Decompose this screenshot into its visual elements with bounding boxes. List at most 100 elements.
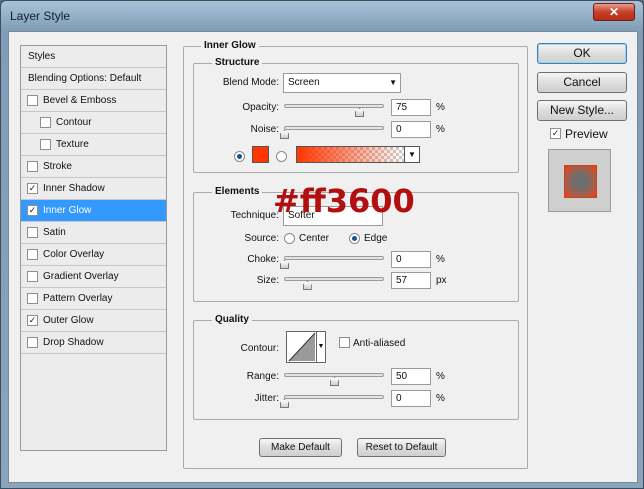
style-checkbox[interactable] (40, 117, 51, 128)
style-list-label: Bevel & Emboss (43, 95, 117, 106)
style-list-item-styles[interactable]: Styles (21, 46, 166, 68)
quality-group: Quality Contour: ▼ Anti-aliased Range: 5… (193, 314, 519, 420)
jitter-percent: % (436, 393, 445, 404)
noise-percent: % (436, 124, 445, 135)
gradient-radio[interactable] (276, 151, 287, 162)
size-slider-thumb[interactable] (302, 281, 312, 290)
opacity-percent: % (436, 102, 445, 113)
size-slider-track[interactable] (284, 277, 384, 281)
style-list-label: Outer Glow (43, 315, 94, 326)
preview-checkbox[interactable]: ✓ (550, 128, 561, 139)
opacity-input[interactable]: 75 (391, 99, 431, 116)
style-list-label: Drop Shadow (43, 337, 104, 348)
style-list-item-inner-glow[interactable]: ✓ Inner Glow (21, 200, 166, 222)
style-checkbox[interactable] (27, 95, 38, 106)
window-title: Layer Style (10, 9, 71, 23)
style-list-label: Pattern Overlay (43, 293, 113, 304)
style-list-item-contour[interactable]: Contour (21, 112, 166, 134)
style-list-item-gradient-overlay[interactable]: Gradient Overlay (21, 266, 166, 288)
range-label: Range: (246, 371, 279, 382)
style-list-item-drop-shadow[interactable]: Drop Shadow (21, 332, 166, 354)
opacity-slider-track[interactable] (284, 104, 384, 108)
style-list-item-stroke[interactable]: Stroke (21, 156, 166, 178)
contour-label: Contour: (240, 343, 279, 354)
choke-slider-thumb[interactable] (280, 260, 289, 269)
style-checkbox[interactable] (27, 161, 38, 172)
range-input[interactable]: 50 (391, 368, 431, 385)
technique-label: Technique: (230, 210, 279, 221)
source-edge-radio[interactable] (349, 233, 360, 244)
style-checkbox[interactable] (40, 139, 51, 150)
layer-style-dialog: Layer Style ✕ Styles Blending Options: De… (0, 0, 644, 489)
size-input[interactable]: 57 (391, 272, 431, 289)
chevron-down-icon: ▼ (404, 147, 419, 162)
reset-to-default-button[interactable]: Reset to Default (357, 438, 446, 457)
choke-slider-track[interactable] (284, 256, 384, 260)
style-list-item-blending-options-default[interactable]: Blending Options: Default (21, 68, 166, 90)
structure-legend: Structure (212, 57, 263, 68)
style-preview-thumbnail (548, 149, 611, 212)
make-default-button[interactable]: Make Default (259, 438, 342, 457)
style-checkbox[interactable]: ✓ (27, 315, 38, 326)
style-list-label: Styles (28, 51, 56, 62)
noise-input[interactable]: 0 (391, 121, 431, 138)
noise-slider-track[interactable] (284, 126, 384, 130)
style-checkbox[interactable] (27, 271, 38, 282)
style-list-item-pattern-overlay[interactable]: Pattern Overlay (21, 288, 166, 310)
style-list-label: Inner Glow (43, 205, 92, 216)
noise-slider-thumb[interactable] (280, 130, 289, 139)
blend-mode-select[interactable]: Screen ▼ (283, 73, 401, 93)
anti-aliased-checkbox[interactable] (339, 337, 350, 348)
range-slider-thumb[interactable] (330, 377, 339, 386)
dialog-client-area: Styles Blending Options: Default Bevel & E… (8, 31, 638, 483)
title-bar[interactable]: Layer Style ✕ (1, 1, 643, 31)
style-list-item-inner-shadow[interactable]: ✓ Inner Shadow (21, 178, 166, 200)
jitter-slider-thumb[interactable] (280, 399, 289, 408)
solid-color-radio[interactable] (234, 151, 245, 162)
opacity-label: Opacity: (242, 102, 279, 113)
chevron-down-icon: ▼ (389, 78, 397, 87)
style-list-label: Inner Shadow (43, 183, 105, 194)
source-center-label: Center (299, 233, 330, 244)
source-center-radio[interactable] (284, 233, 295, 244)
jitter-slider-track[interactable] (284, 395, 384, 399)
inner-glow-group: Inner Glow Structure Blend Mode: Screen … (183, 40, 528, 469)
elements-legend: Elements (212, 186, 263, 197)
quality-legend: Quality (212, 314, 252, 325)
cancel-button[interactable]: Cancel (537, 72, 627, 93)
style-checkbox[interactable]: ✓ (27, 205, 38, 216)
inner-glow-title: Inner Glow (201, 40, 259, 51)
style-checkbox[interactable]: ✓ (27, 183, 38, 194)
style-list-item-bevel-emboss[interactable]: Bevel & Emboss (21, 90, 166, 112)
source-label: Source: (244, 233, 279, 244)
new-style-button[interactable]: New Style... (537, 100, 627, 121)
glow-color-swatch[interactable] (252, 146, 269, 163)
close-button[interactable]: ✕ (593, 3, 635, 21)
size-label: Size: (256, 275, 279, 286)
blend-mode-value: Screen (288, 77, 320, 88)
range-slider-track[interactable] (284, 373, 384, 377)
style-checkbox[interactable] (27, 227, 38, 238)
style-checkbox[interactable] (27, 249, 38, 260)
choke-label: Choke: (247, 254, 279, 265)
preview-square (564, 165, 597, 198)
chevron-down-icon: ▼ (316, 332, 325, 362)
style-list-item-outer-glow[interactable]: ✓ Outer Glow (21, 310, 166, 332)
contour-picker[interactable]: ▼ (286, 331, 326, 363)
size-unit: px (436, 275, 447, 286)
style-list-label: Texture (56, 139, 89, 150)
gradient-picker[interactable]: ▼ (296, 146, 420, 163)
opacity-slider-thumb[interactable] (355, 108, 364, 117)
style-list-item-color-overlay[interactable]: Color Overlay (21, 244, 166, 266)
jitter-input[interactable]: 0 (391, 390, 431, 407)
style-list-label: Stroke (43, 161, 72, 172)
jitter-label: Jitter: (254, 393, 279, 404)
choke-input[interactable]: 0 (391, 251, 431, 268)
style-list-item-satin[interactable]: Satin (21, 222, 166, 244)
noise-label: Noise: (250, 124, 279, 135)
style-list-item-texture[interactable]: Texture (21, 134, 166, 156)
ok-button[interactable]: OK (537, 43, 627, 64)
style-checkbox[interactable] (27, 293, 38, 304)
style-list-label: Gradient Overlay (43, 271, 119, 282)
style-checkbox[interactable] (27, 337, 38, 348)
